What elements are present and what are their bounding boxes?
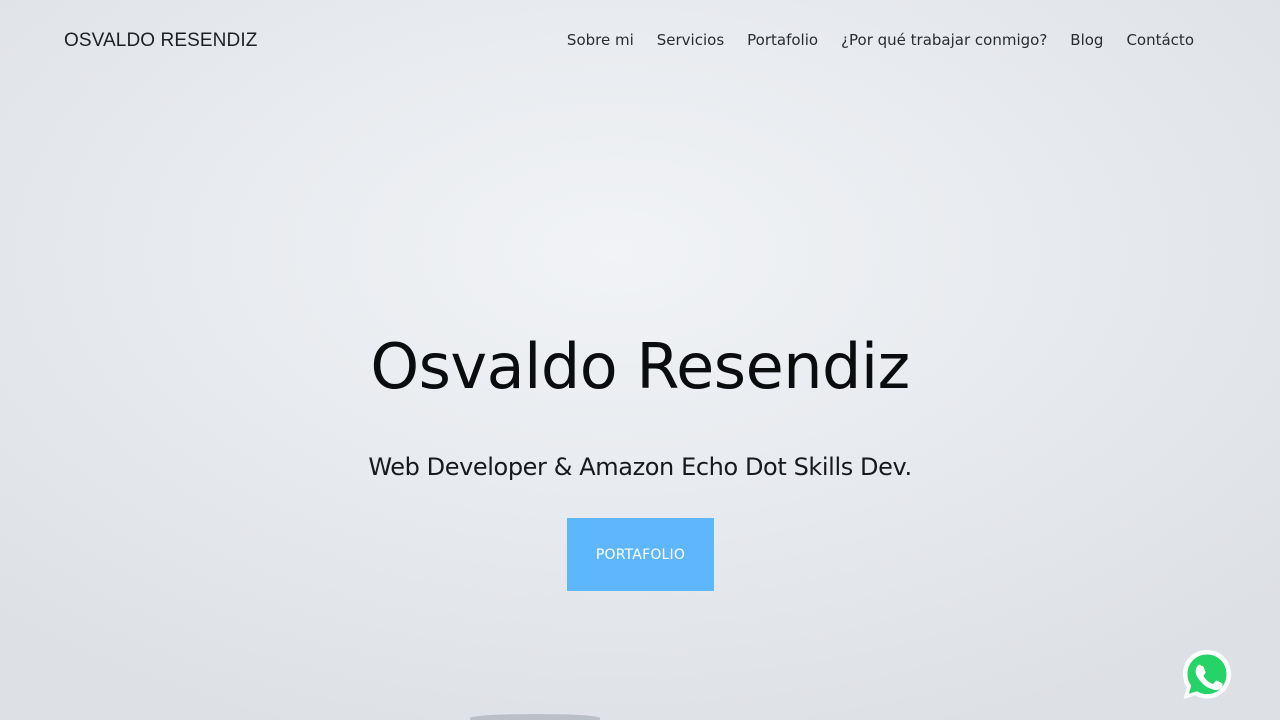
whatsapp-button[interactable]: [1179, 646, 1235, 712]
page: OSVALDO RESENDIZ Sobre mi Servicios Port…: [0, 0, 1280, 720]
main-nav: Sobre mi Servicios Portafolio ¿Por qué t…: [567, 31, 1194, 49]
whatsapp-icon: [1183, 650, 1231, 699]
nav-item-blog[interactable]: Blog: [1070, 31, 1103, 49]
hero-title: Osvaldo Resendiz: [370, 330, 910, 403]
partial-image-edge: [470, 714, 600, 720]
nav-item-por-que-trabajar[interactable]: ¿Por qué trabajar conmigo?: [841, 31, 1047, 49]
portfolio-button-label: PORTAFOLIO: [595, 546, 686, 563]
nav-item-sobre-mi[interactable]: Sobre mi: [567, 31, 634, 49]
hero-subtitle: Web Developer & Amazon Echo Dot Skills D…: [368, 453, 912, 481]
nav-item-servicios[interactable]: Servicios: [657, 31, 724, 49]
site-brand-link[interactable]: OSVALDO RESENDIZ: [64, 30, 257, 52]
portfolio-button[interactable]: PORTAFOLIO: [567, 518, 714, 591]
nav-item-contacto[interactable]: Contácto: [1126, 31, 1194, 49]
nav-item-portafolio[interactable]: Portafolio: [747, 31, 818, 49]
